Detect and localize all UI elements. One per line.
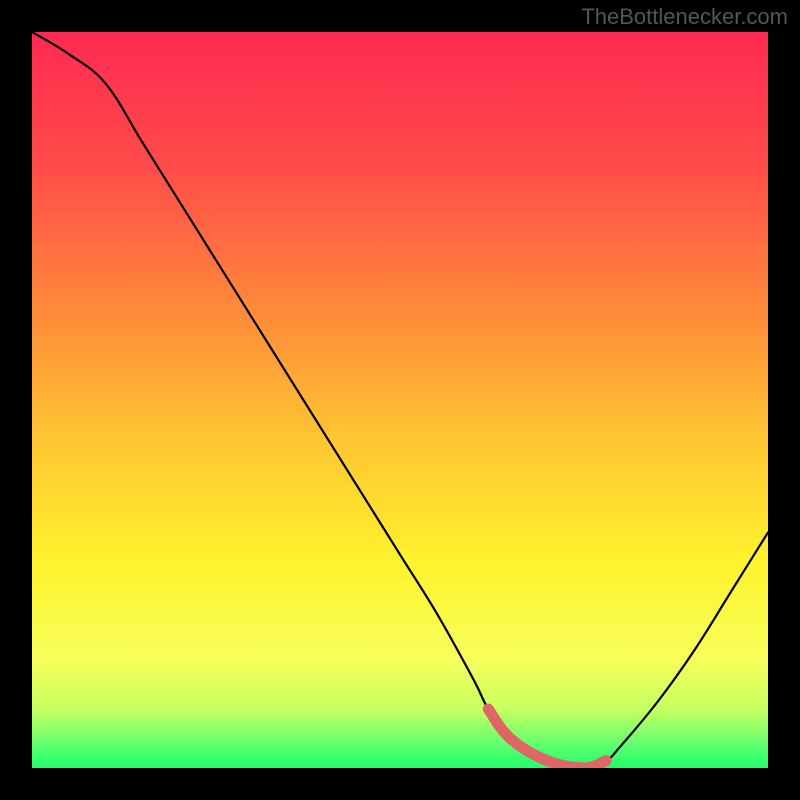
- watermark-text: TheBottlenecker.com: [581, 4, 788, 30]
- bottleneck-curve-line: [32, 32, 768, 768]
- highlight-segment: [488, 709, 606, 768]
- chart-svg: [32, 32, 768, 768]
- plot-area: [32, 32, 768, 768]
